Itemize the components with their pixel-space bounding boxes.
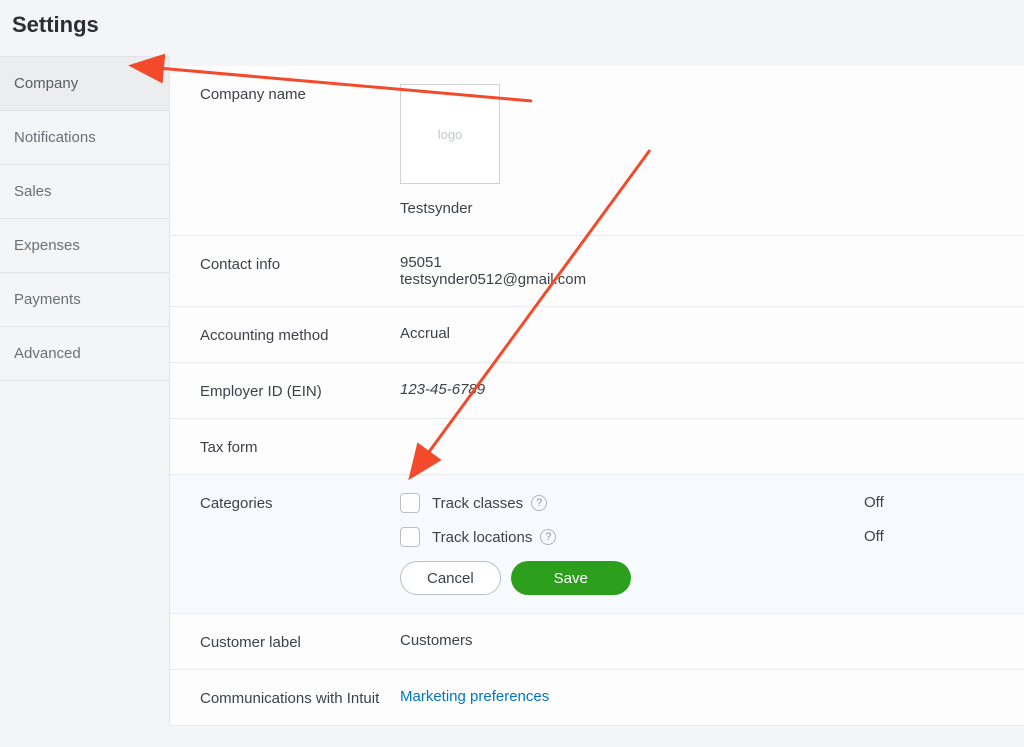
tax-form-label: Tax form — [200, 437, 400, 456]
section-categories: Categories Track classes ? Track locatio… — [170, 475, 1024, 614]
track-classes-label: Track classes — [432, 495, 523, 512]
accounting-method-value: Accrual — [400, 325, 1024, 342]
help-icon[interactable]: ? — [531, 495, 547, 511]
track-locations-label: Track locations — [432, 529, 532, 546]
categories-label: Categories — [200, 493, 400, 512]
sidebar-item-payments[interactable]: Payments — [0, 273, 169, 327]
section-company-name[interactable]: Company name logo Testsynder — [170, 66, 1024, 236]
ein-label: Employer ID (EIN) — [200, 381, 400, 400]
cancel-button[interactable]: Cancel — [400, 561, 501, 595]
marketing-preferences-link[interactable]: Marketing preferences — [400, 688, 549, 705]
logo-placeholder-box[interactable]: logo — [400, 84, 500, 184]
track-classes-status: Off — [864, 493, 1024, 513]
sidebar-item-advanced[interactable]: Advanced — [0, 327, 169, 381]
track-locations-status: Off — [864, 527, 1024, 547]
section-tax-form[interactable]: Tax form — [170, 419, 1024, 475]
customer-label-value: Customers — [400, 632, 1024, 649]
section-ein[interactable]: Employer ID (EIN) 123-45-6789 — [170, 363, 1024, 419]
logo-placeholder-text: logo — [438, 127, 463, 142]
sidebar-item-sales[interactable]: Sales — [0, 165, 169, 219]
communications-label: Communications with Intuit — [200, 688, 400, 707]
ein-placeholder: 123-45-6789 — [400, 381, 1024, 398]
accounting-method-label: Accounting method — [200, 325, 400, 344]
sidebar-item-company[interactable]: Company — [0, 57, 169, 111]
contact-info-label: Contact info — [200, 254, 400, 273]
company-name-label: Company name — [200, 84, 400, 103]
settings-content: Company name logo Testsynder Contact inf… — [170, 56, 1024, 726]
sidebar-item-expenses[interactable]: Expenses — [0, 219, 169, 273]
customer-label-label: Customer label — [200, 632, 400, 651]
contact-email: testsynder0512@gmail.com — [400, 271, 1024, 288]
save-button[interactable]: Save — [511, 561, 631, 595]
section-accounting-method[interactable]: Accounting method Accrual — [170, 307, 1024, 363]
company-name-value: Testsynder — [400, 200, 1024, 217]
page-title: Settings — [0, 0, 1024, 56]
sidebar-item-notifications[interactable]: Notifications — [0, 111, 169, 165]
track-classes-checkbox[interactable] — [400, 493, 420, 513]
contact-zip: 95051 — [400, 254, 1024, 271]
section-communications[interactable]: Communications with Intuit Marketing pre… — [170, 670, 1024, 726]
help-icon[interactable]: ? — [540, 529, 556, 545]
settings-sidebar: CompanyNotificationsSalesExpensesPayment… — [0, 56, 170, 726]
section-contact-info[interactable]: Contact info 95051 testsynder0512@gmail.… — [170, 236, 1024, 307]
track-locations-checkbox[interactable] — [400, 527, 420, 547]
section-customer-label[interactable]: Customer label Customers — [170, 614, 1024, 670]
